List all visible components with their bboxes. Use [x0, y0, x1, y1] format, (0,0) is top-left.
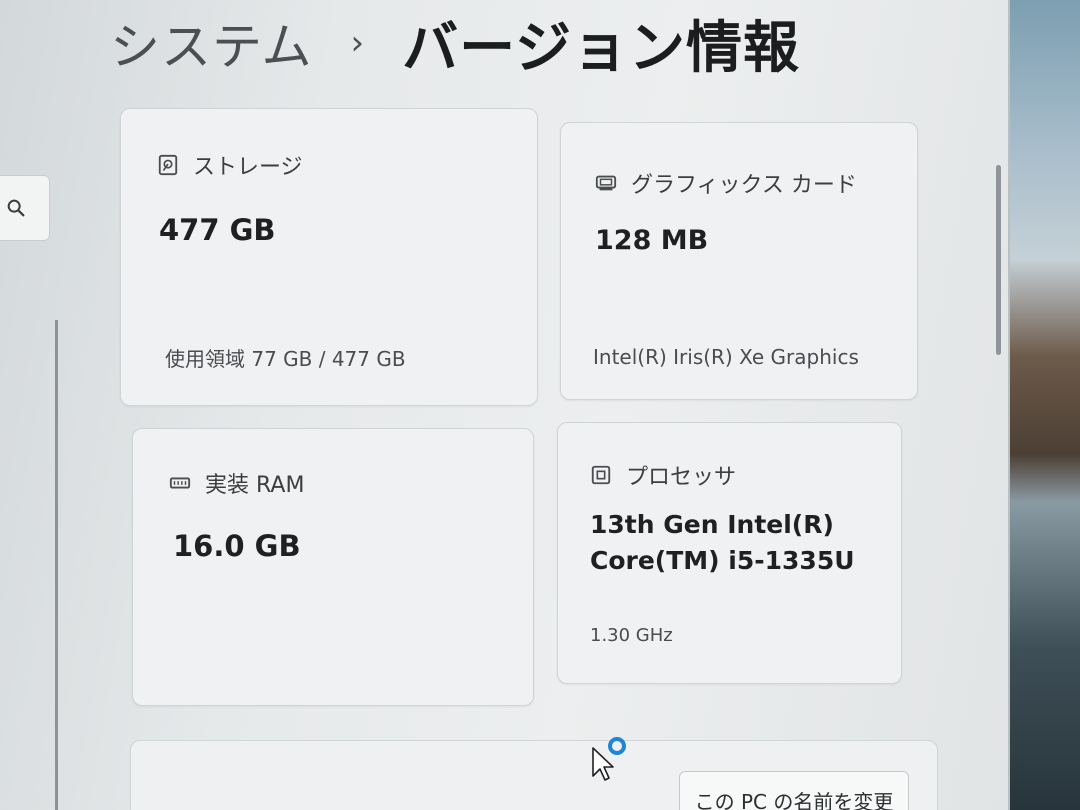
storage-total-value: 477 GB — [159, 213, 276, 247]
graphics-card-header: グラフィックス カード — [595, 167, 857, 199]
breadcrumb-separator: › — [350, 23, 365, 63]
graphics-adapter-name: Intel(R) Iris(R) Xe Graphics — [593, 345, 859, 369]
graphics-memory-value: 128 MB — [595, 225, 709, 256]
storage-card-header: ストレージ — [157, 149, 303, 181]
nav-search-button[interactable] — [0, 175, 50, 241]
processor-header: プロセッサ — [590, 459, 736, 491]
hard-drive-icon — [158, 154, 178, 176]
processor-name-line2: Core(TM) i5-1335U — [590, 546, 855, 576]
storage-card-title: ストレージ — [193, 155, 303, 180]
processor-name: 13th Gen Intel(R) Core(TM) i5-1335U — [590, 507, 855, 580]
processor-title: プロセッサ — [626, 465, 737, 490]
search-icon — [7, 199, 25, 217]
processor-name-line1: 13th Gen Intel(R) — [590, 510, 834, 539]
graphics-card-title: グラフィックス カード — [631, 173, 857, 198]
processor-speed: 1.30 GHz — [590, 625, 673, 646]
installed-ram-header: 実装 RAM — [169, 467, 304, 499]
busy-cursor-icon — [592, 737, 626, 781]
settings-window: システム › バージョン情報 ストレージ 477 GB 使用領域 77 GB /… — [0, 0, 1010, 810]
nav-pane-divider — [55, 320, 58, 810]
memory-icon — [169, 477, 191, 489]
vertical-scrollbar[interactable] — [996, 165, 1001, 355]
processor-card: プロセッサ 13th Gen Intel(R) Core(TM) i5-1335… — [557, 422, 902, 684]
installed-ram-card: 実装 RAM 16.0 GB — [132, 428, 534, 706]
display-adapter-icon — [595, 175, 617, 191]
device-name-panel: この PC の名前を変更 — [130, 740, 938, 810]
processor-icon — [591, 465, 611, 485]
installed-ram-value: 16.0 GB — [173, 529, 301, 563]
breadcrumb-parent-link[interactable]: システム — [110, 7, 313, 79]
rename-pc-button[interactable]: この PC の名前を変更 — [679, 771, 909, 810]
storage-card: ストレージ 477 GB 使用領域 77 GB / 477 GB — [120, 108, 538, 406]
installed-ram-title: 実装 RAM — [205, 473, 305, 498]
graphics-card-card: グラフィックス カード 128 MB Intel(R) Iris(R) Xe G… — [560, 122, 918, 400]
storage-used-text: 使用領域 77 GB / 477 GB — [165, 347, 406, 371]
desktop-wallpaper — [1000, 0, 1080, 810]
page-title: バージョン情報 — [402, 15, 800, 81]
breadcrumb: システム › バージョン情報 — [110, 0, 800, 88]
